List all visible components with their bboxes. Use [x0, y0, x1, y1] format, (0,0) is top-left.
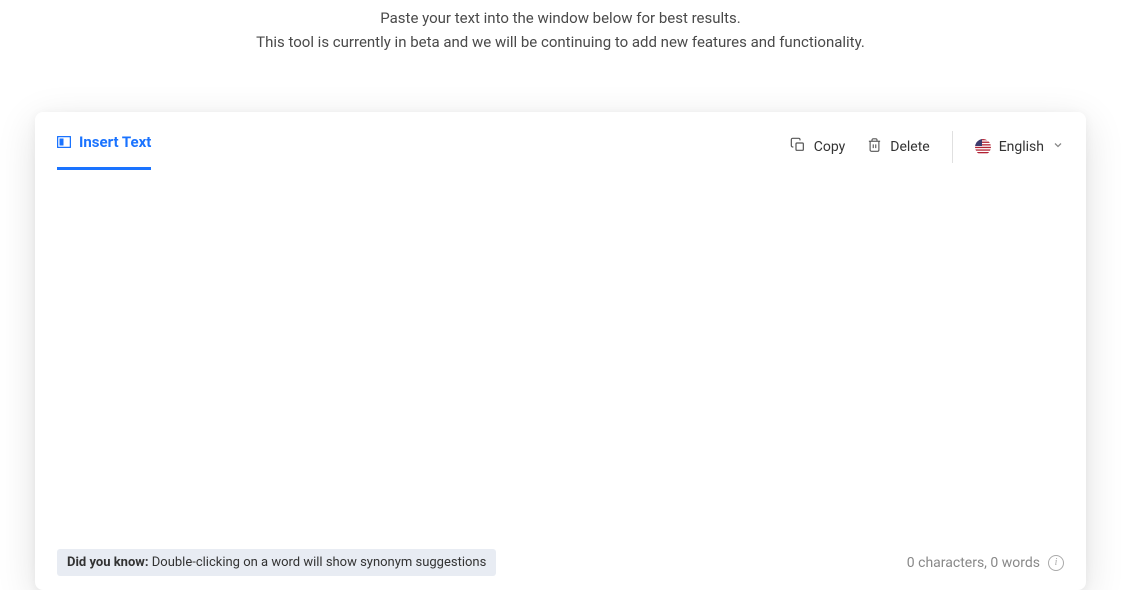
- card-header: Insert Text Copy: [35, 112, 1086, 172]
- chevron-down-icon: [1052, 139, 1064, 155]
- tip-box: Did you know: Double-clicking on a word …: [57, 549, 496, 576]
- intro-line-1: Paste your text into the window below fo…: [0, 6, 1121, 30]
- stats-text: 0 characters, 0 words: [907, 555, 1040, 571]
- delete-icon: [867, 137, 882, 157]
- insert-text-icon: [57, 135, 71, 149]
- tip-prefix: Did you know:: [67, 555, 149, 570]
- insert-text-tab[interactable]: Insert Text: [57, 133, 151, 170]
- tip-text: Double-clicking on a word will show syno…: [149, 555, 487, 570]
- info-icon[interactable]: i: [1048, 555, 1064, 571]
- tab-area: Insert Text: [57, 133, 151, 170]
- delete-label: Delete: [890, 139, 929, 155]
- insert-text-tab-label: Insert Text: [79, 133, 151, 151]
- flag-icon: [975, 139, 991, 155]
- language-selector[interactable]: English: [975, 139, 1064, 155]
- copy-button[interactable]: Copy: [790, 137, 846, 157]
- intro-text: Paste your text into the window below fo…: [0, 0, 1121, 54]
- stats: 0 characters, 0 words i: [907, 555, 1064, 571]
- delete-button[interactable]: Delete: [867, 137, 929, 157]
- copy-label: Copy: [814, 139, 846, 155]
- copy-icon: [790, 137, 806, 157]
- header-actions: Copy Delete: [790, 131, 1064, 163]
- editor-card: Insert Text Copy: [35, 112, 1086, 590]
- text-editor-area[interactable]: [35, 172, 1086, 539]
- divider: [952, 131, 953, 163]
- intro-line-2: This tool is currently in beta and we wi…: [0, 30, 1121, 54]
- card-footer: Did you know: Double-clicking on a word …: [35, 539, 1086, 590]
- language-label: English: [999, 139, 1044, 155]
